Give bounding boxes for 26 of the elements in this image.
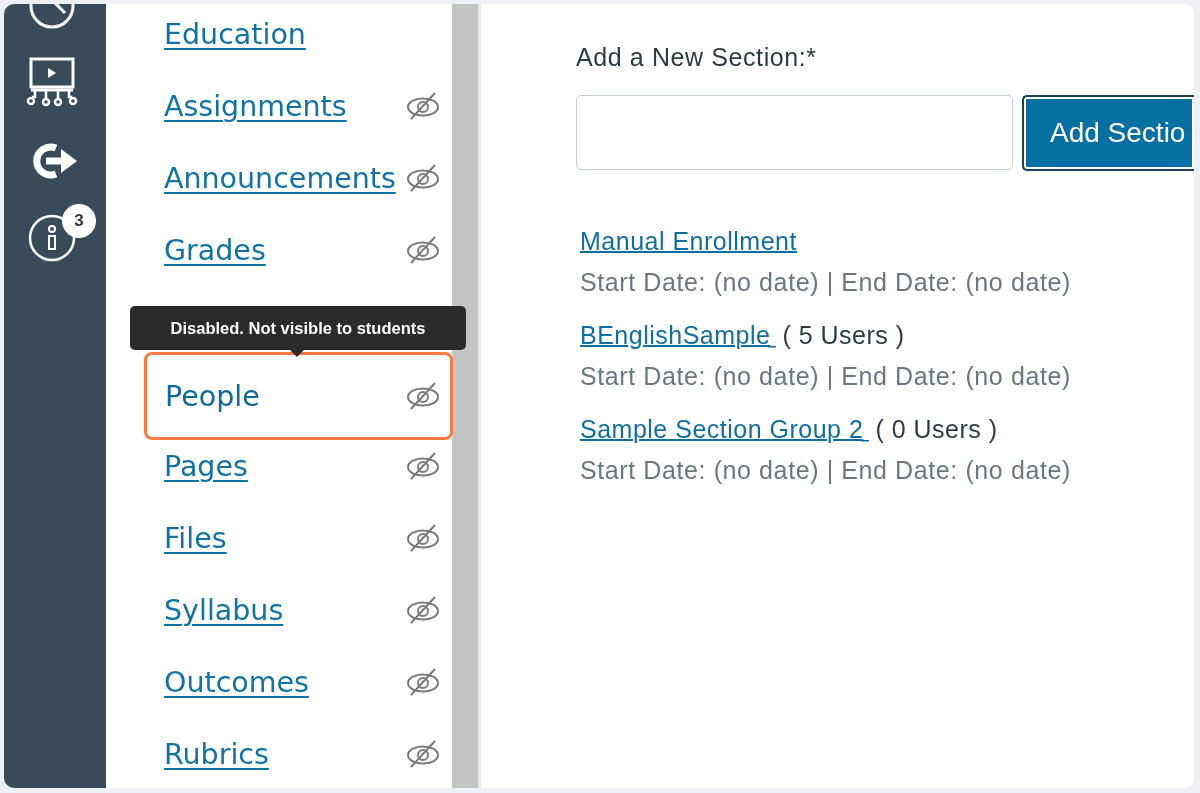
course-nav-link[interactable]: Announcements [164, 161, 396, 195]
course-nav-link[interactable]: Grades [164, 233, 266, 267]
add-section-button[interactable]: Add Sectio [1022, 95, 1194, 171]
clock-icon[interactable] [28, 4, 76, 30]
field-label: Add a New Section:* [576, 43, 818, 71]
course-nav-link[interactable]: Rubrics [164, 737, 269, 771]
user-count: ( 0 Users ) [875, 415, 998, 443]
info-icon[interactable] [28, 214, 76, 262]
section-dates: Start Date: (no date) | End Date: (no date) [580, 267, 1072, 297]
course-nav-link[interactable]: Assignments [164, 89, 347, 123]
section-link[interactable]: Manual Enrollment [580, 227, 797, 255]
course-nav-link[interactable]: Outcomes [164, 665, 309, 699]
course-nav-link[interactable]: Files [164, 521, 227, 555]
monitor-icon[interactable] [26, 57, 78, 107]
course-nav-link[interactable]: Pages [164, 449, 248, 483]
course-nav-link[interactable]: Syllabus [164, 593, 284, 627]
course-nav-link[interactable]: People [165, 379, 260, 413]
section-name-input[interactable] [576, 95, 1013, 170]
tooltip: Disabled. Not visible to students [130, 306, 466, 350]
tooltip-pointer [290, 350, 304, 357]
section-dates: Start Date: (no date) | End Date: (no date) [580, 455, 1072, 485]
scrollbar-track[interactable] [452, 4, 481, 788]
course-nav-link[interactable]: Education [164, 17, 306, 51]
user-count: ( 5 Users ) [782, 321, 905, 349]
section-dates: Start Date: (no date) | End Date: (no date) [580, 361, 1072, 391]
notification-badge: 3 [62, 204, 96, 238]
